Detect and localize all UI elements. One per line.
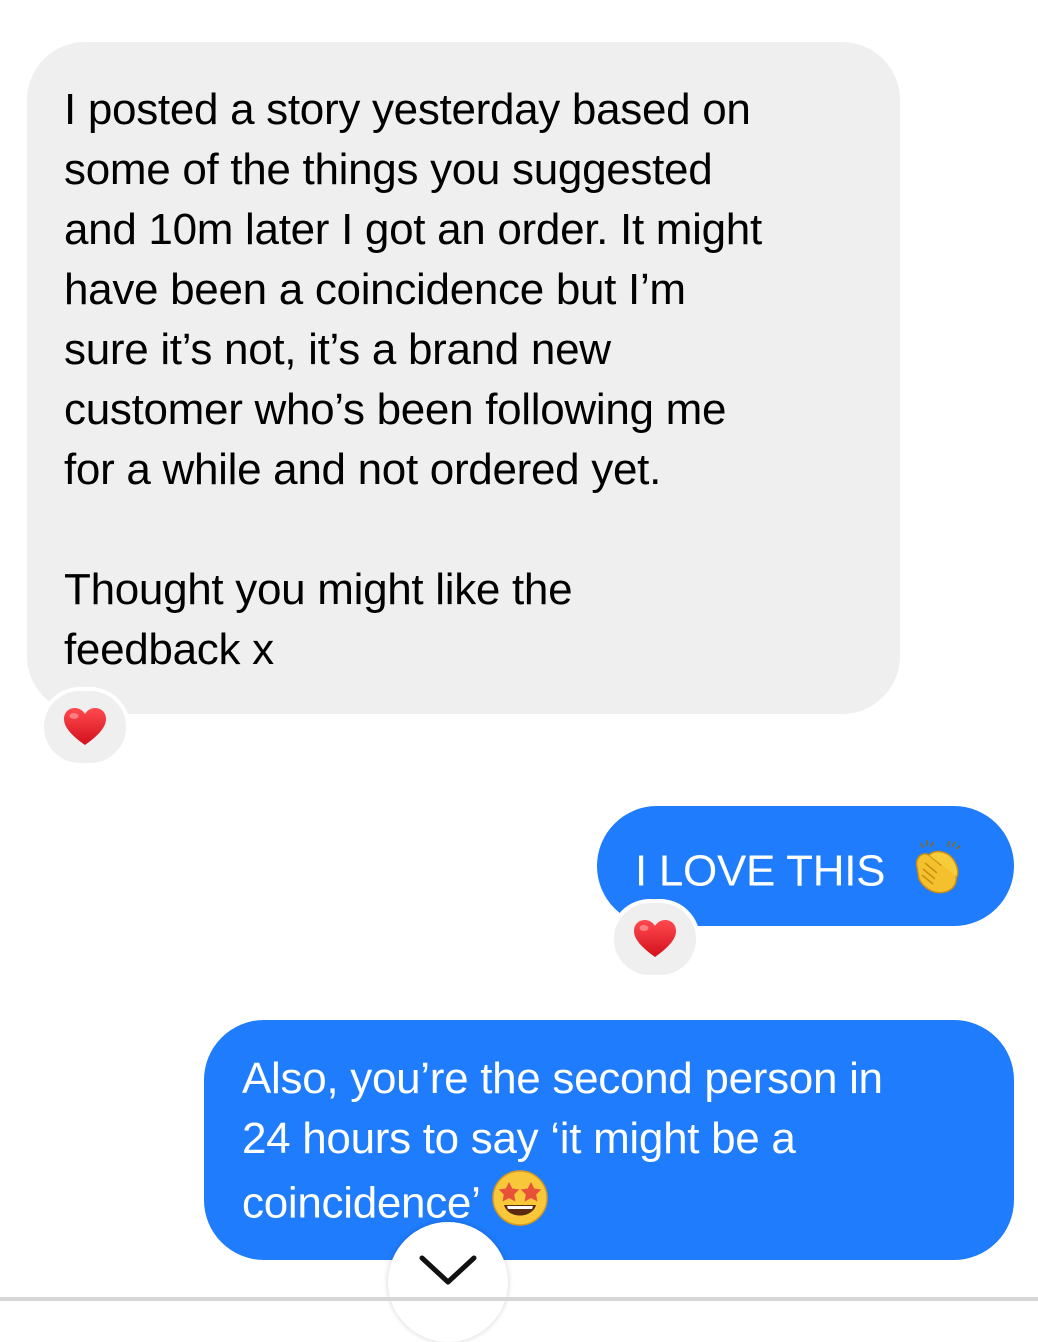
message-text: I posted a story yesterday based on some… [64, 85, 762, 494]
message-reaction[interactable] [610, 899, 700, 979]
incoming-message-bubble[interactable]: I posted a story yesterday based on some… [27, 42, 900, 714]
message-reaction[interactable] [40, 687, 130, 767]
composer-divider [0, 1297, 1038, 1301]
heart-icon [633, 919, 677, 959]
clapping-hands-icon [907, 837, 967, 911]
message-text: I LOVE THIS [635, 846, 886, 896]
star-struck-face-icon [491, 1169, 549, 1243]
message-text: Also, you’re the second person in 24 hou… [242, 1049, 974, 1243]
heart-icon [63, 707, 107, 747]
outgoing-message-bubble[interactable]: Also, you’re the second person in 24 hou… [204, 1020, 1014, 1260]
chevron-down-icon [416, 1222, 480, 1293]
message-text: Thought you might like the feedback x [64, 565, 573, 674]
scroll-to-bottom-button[interactable] [388, 1222, 508, 1342]
